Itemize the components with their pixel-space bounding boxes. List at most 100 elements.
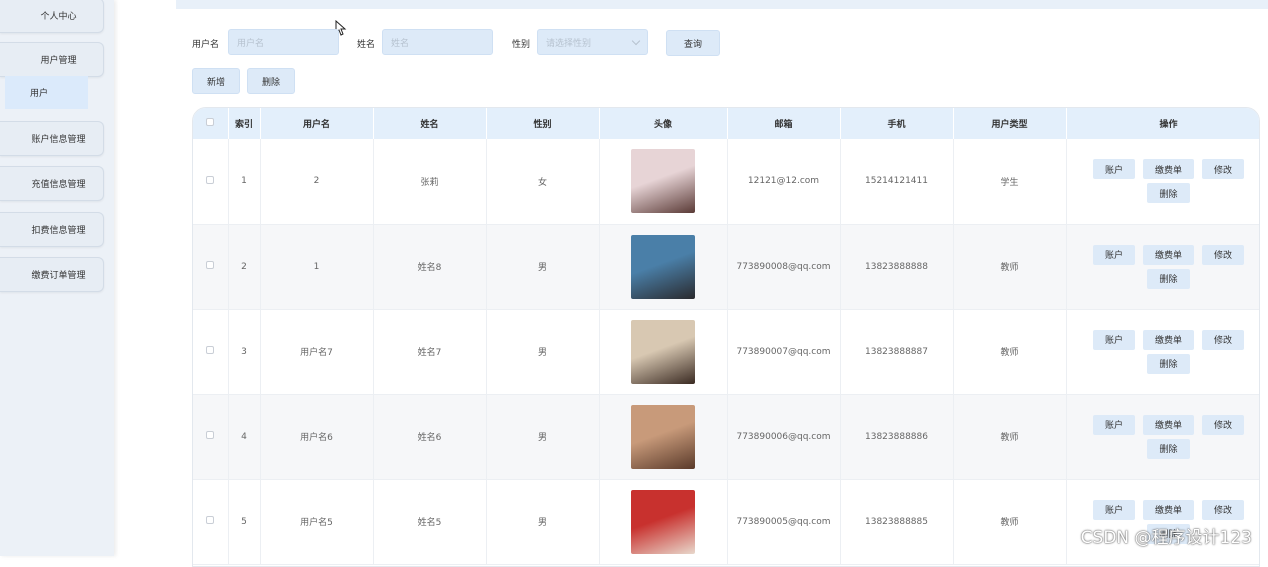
user-type-cell: 学生	[953, 139, 1066, 224]
sidebar-item-personal-center[interactable]: 个人中心	[0, 0, 104, 33]
avatar-cell	[599, 224, 727, 309]
actions-cell: 账户缴费单修改删除	[1066, 479, 1260, 564]
name-cell: 姓名8	[373, 224, 486, 309]
name-cell: 姓名5	[373, 479, 486, 564]
sidebar-item-deduction-info[interactable]: 扣费信息管理	[0, 212, 104, 247]
user-table: 索引 用户名 姓名 性别 头像 邮箱 手机 用户类型 操作 12张莉女12121…	[192, 107, 1260, 567]
edit-button[interactable]: 修改	[1202, 245, 1244, 265]
row-select-cell[interactable]	[193, 139, 228, 224]
top-bar	[176, 0, 1268, 9]
sidebar-item-account-info[interactable]: 账户信息管理	[0, 121, 104, 156]
index-cell: 1	[228, 139, 260, 224]
email-cell: 773890008@qq.com	[727, 224, 840, 309]
column-header: 手机	[840, 108, 953, 139]
username-cell: 用户名6	[260, 394, 373, 479]
edit-button[interactable]: 修改	[1202, 500, 1244, 520]
edit-button[interactable]: 修改	[1202, 159, 1244, 179]
table-row: 5用户名5姓名5男773890005@qq.com13823888885教师账户…	[193, 479, 1260, 564]
table-row: 4用户名6姓名6男773890006@qq.com13823888886教师账户…	[193, 394, 1260, 479]
sidebar-subitem-users[interactable]: 用户	[5, 76, 88, 109]
add-button[interactable]: 新增	[192, 68, 240, 94]
actions-cell: 账户缴费单修改删除	[1066, 394, 1260, 479]
index-cell: 5	[228, 479, 260, 564]
bill-button[interactable]: 缴费单	[1143, 159, 1194, 179]
row-delete-button[interactable]: 删除	[1147, 354, 1189, 374]
row-select-cell[interactable]	[193, 479, 228, 564]
account-button[interactable]: 账户	[1093, 245, 1135, 265]
column-header: 用户类型	[953, 108, 1066, 139]
gender-cell: 男	[486, 309, 599, 394]
avatar-cell	[599, 394, 727, 479]
row-checkbox[interactable]	[206, 516, 214, 524]
gender-cell: 男	[486, 479, 599, 564]
name-placeholder: 姓名	[391, 36, 409, 49]
account-button[interactable]: 账户	[1093, 415, 1135, 435]
sidebar-subitem-label: 用户	[30, 86, 48, 99]
sidebar-item-label: 个人中心	[40, 9, 76, 22]
chevron-down-icon	[632, 37, 640, 45]
sidebar-item-recharge-info[interactable]: 充值信息管理	[0, 166, 104, 201]
user-type-cell: 教师	[953, 224, 1066, 309]
query-button[interactable]: 查询	[666, 30, 720, 56]
account-button[interactable]: 账户	[1093, 159, 1135, 179]
edit-button[interactable]: 修改	[1202, 330, 1244, 350]
bill-button[interactable]: 缴费单	[1143, 330, 1194, 350]
avatar	[631, 490, 695, 554]
gender-select[interactable]: 请选择性别	[537, 29, 648, 55]
row-actions: 账户缴费单修改删除	[1079, 159, 1259, 203]
bill-button[interactable]: 缴费单	[1143, 415, 1194, 435]
delete-button[interactable]: 删除	[247, 68, 295, 94]
sidebar-item-user-management[interactable]: 用户管理	[0, 42, 104, 77]
gender-cell: 男	[486, 394, 599, 479]
row-checkbox[interactable]	[206, 176, 214, 184]
index-cell: 2	[228, 224, 260, 309]
column-header: 用户名	[260, 108, 373, 139]
row-delete-button[interactable]: 删除	[1147, 439, 1189, 459]
account-button[interactable]: 账户	[1093, 330, 1135, 350]
sidebar-item-label: 用户管理	[40, 53, 76, 66]
row-actions: 账户缴费单修改删除	[1079, 330, 1259, 374]
name-cell: 姓名7	[373, 309, 486, 394]
row-select-cell[interactable]	[193, 394, 228, 479]
row-actions: 账户缴费单修改删除	[1079, 245, 1259, 289]
table-header: 索引 用户名 姓名 性别 头像 邮箱 手机 用户类型 操作	[193, 108, 1260, 139]
username-input[interactable]: 用户名	[228, 29, 339, 55]
edit-button[interactable]: 修改	[1202, 415, 1244, 435]
phone-cell: 13823888885	[840, 479, 953, 564]
index-cell: 4	[228, 394, 260, 479]
user-type-cell: 教师	[953, 394, 1066, 479]
select-all-checkbox[interactable]	[206, 118, 214, 126]
bill-button[interactable]: 缴费单	[1143, 245, 1194, 265]
select-all-cell[interactable]	[193, 108, 228, 139]
user-type-cell: 教师	[953, 309, 1066, 394]
row-delete-button[interactable]: 删除	[1147, 269, 1189, 289]
avatar	[631, 320, 695, 384]
username-cell: 2	[260, 139, 373, 224]
column-header: 姓名	[373, 108, 486, 139]
email-cell: 773890006@qq.com	[727, 394, 840, 479]
row-select-cell[interactable]	[193, 309, 228, 394]
row-checkbox[interactable]	[206, 261, 214, 269]
table-row: 3用户名7姓名7男773890007@qq.com13823888887教师账户…	[193, 309, 1260, 394]
sidebar: 个人中心 用户管理 用户 账户信息管理 充值信息管理 扣费信息管理 缴费订单管理	[0, 0, 114, 556]
email-cell: 773890007@qq.com	[727, 309, 840, 394]
gender-label: 性别	[512, 37, 530, 50]
table-row: 12张莉女12121@12.com15214121411学生账户缴费单修改删除	[193, 139, 1260, 224]
avatar	[631, 405, 695, 469]
row-checkbox[interactable]	[206, 346, 214, 354]
avatar	[631, 235, 695, 299]
row-select-cell[interactable]	[193, 224, 228, 309]
sidebar-item-payment-orders[interactable]: 缴费订单管理	[0, 257, 104, 292]
username-cell: 用户名5	[260, 479, 373, 564]
account-button[interactable]: 账户	[1093, 500, 1135, 520]
user-type-cell: 教师	[953, 479, 1066, 564]
row-delete-button[interactable]: 删除	[1147, 183, 1189, 203]
table-row: 21姓名8男773890008@qq.com13823888888教师账户缴费单…	[193, 224, 1260, 309]
phone-cell: 13823888887	[840, 309, 953, 394]
row-checkbox[interactable]	[206, 431, 214, 439]
phone-cell: 15214121411	[840, 139, 953, 224]
sidebar-item-label: 账户信息管理	[31, 132, 85, 145]
actions-cell: 账户缴费单修改删除	[1066, 139, 1260, 224]
bill-button[interactable]: 缴费单	[1143, 500, 1194, 520]
name-input[interactable]: 姓名	[382, 29, 493, 55]
